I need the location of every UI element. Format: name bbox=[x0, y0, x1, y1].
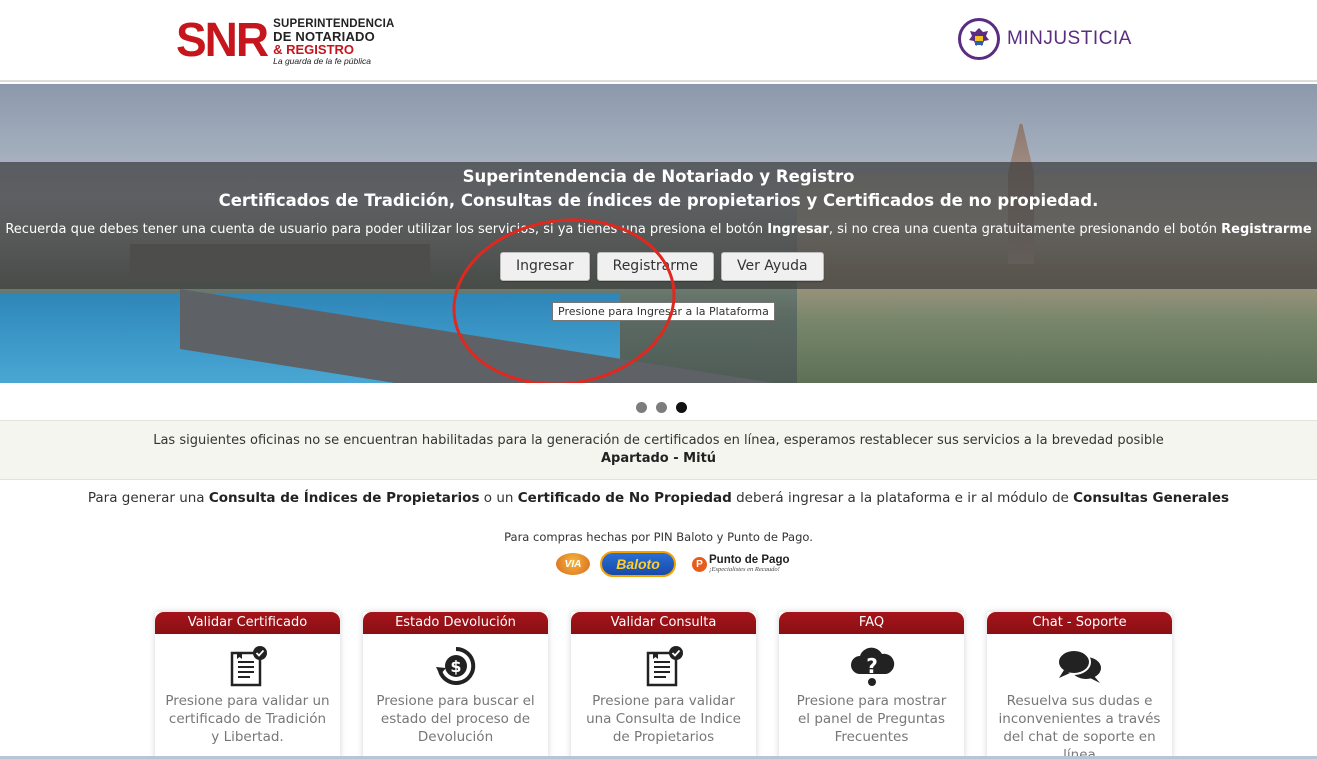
minjusticia-logo[interactable]: MINJUSTICIA bbox=[958, 18, 1132, 60]
snr-logo-letters: SNR bbox=[176, 11, 269, 67]
via-logo: VIA bbox=[556, 553, 590, 575]
hero-note-part-a: Recuerda que debes tener una cuenta de u… bbox=[5, 222, 768, 237]
puntopago-logo: P Punto de Pago ¡Especialistes en Recaud… bbox=[692, 554, 790, 574]
registrarme-button[interactable]: Registrarme bbox=[596, 252, 714, 281]
carousel-dot-1[interactable] bbox=[636, 402, 647, 413]
hero-note: Recuerda que debes tener una cuenta de u… bbox=[0, 222, 1317, 237]
puntopago-name: Punto de Pago bbox=[709, 554, 790, 566]
service-cards: Validar Certificado Presione para valida… bbox=[155, 612, 1172, 759]
puntopago-text: Punto de Pago ¡Especialistes en Recaudo! bbox=[709, 554, 790, 574]
minjusticia-text: MINJUSTICIA bbox=[1007, 28, 1132, 49]
offices-notice: Las siguientes oficinas no se encuentran… bbox=[0, 420, 1317, 480]
card-title: Validar Certificado bbox=[155, 612, 340, 634]
card-description: Presione para buscar el estado del proce… bbox=[376, 693, 535, 745]
carousel-dots bbox=[636, 402, 687, 413]
hero-note-registrarme: Registrarme bbox=[1221, 222, 1312, 237]
hero-buttons: Ingresar Registrarme Ver Ayuda bbox=[500, 252, 824, 281]
card-title: FAQ bbox=[779, 612, 964, 634]
puntopago-mark-icon: P bbox=[692, 556, 707, 572]
snr-logo-line3: & REGISTRO bbox=[273, 42, 355, 57]
card-faq[interactable]: FAQ ? Presione para mostrar el panel de … bbox=[779, 612, 964, 759]
snr-logo[interactable]: SNR SUPERINTENDENCIA DE NOTARIADO & REGI… bbox=[176, 11, 395, 70]
hero-subtitle: Certificados de Tradición, Consultas de … bbox=[218, 191, 1099, 210]
ver-ayuda-button[interactable]: Ver Ayuda bbox=[720, 252, 824, 281]
consultas-info: Para generar una Consulta de Índices de … bbox=[0, 490, 1317, 506]
info-no-propiedad: Certificado de No Propiedad bbox=[517, 490, 732, 506]
ingresar-tooltip: Presione para Ingresar a la Plataforma bbox=[552, 302, 775, 321]
info-part-e: deberá ingresar a la plataforma e ir al … bbox=[731, 490, 1074, 506]
hero-note-ingresar: Ingresar bbox=[767, 222, 829, 237]
hero-note-part-c: , si no crea una cuenta gratuitamente pr… bbox=[828, 222, 1222, 237]
card-title: Estado Devolución bbox=[363, 612, 548, 634]
carousel-dot-2[interactable] bbox=[656, 402, 667, 413]
certificate-icon bbox=[571, 634, 756, 692]
payments-text: Para compras hechas por PIN Baloto y Pun… bbox=[504, 530, 813, 544]
offices-notice-text: Las siguientes oficinas no se encuentran… bbox=[153, 433, 1164, 448]
offices-notice-list: Apartado - Mitú bbox=[600, 451, 717, 466]
snr-logo-tagline: La guarda de la fe pública bbox=[273, 56, 371, 66]
card-title: Validar Consulta bbox=[571, 612, 756, 634]
card-validar-consulta[interactable]: Validar Consulta Presione para validar u… bbox=[571, 612, 756, 759]
puntopago-tagline: ¡Especialistes en Recaudo! bbox=[709, 566, 780, 573]
ingresar-button[interactable]: Ingresar bbox=[500, 252, 590, 281]
snr-logo-text: SUPERINTENDENCIA DE NOTARIADO & REGISTRO… bbox=[273, 18, 394, 67]
payment-logos: VIA Baloto P Punto de Pago ¡Especialiste… bbox=[556, 551, 790, 577]
card-estado-devolucion[interactable]: Estado Devolución $ Presione para buscar… bbox=[363, 612, 548, 759]
info-part-a: Para generar una bbox=[87, 490, 209, 506]
card-chat-soporte[interactable]: Chat - Soporte Resuelva sus dudas e inco… bbox=[987, 612, 1172, 759]
card-validar-certificado[interactable]: Validar Certificado Presione para valida… bbox=[155, 612, 340, 759]
info-consultas-generales: Consultas Generales bbox=[1073, 490, 1230, 506]
refund-icon: $ bbox=[363, 634, 548, 692]
colombia-seal-icon bbox=[958, 18, 1000, 60]
cloud-question-icon: ? bbox=[779, 634, 964, 692]
card-description: Presione para validar una Consulta de In… bbox=[586, 693, 741, 745]
header: SNR SUPERINTENDENCIA DE NOTARIADO & REGI… bbox=[0, 0, 1317, 82]
svg-text:?: ? bbox=[866, 654, 878, 678]
certificate-icon bbox=[155, 634, 340, 692]
hero-title: Superintendencia de Notariado y Registro bbox=[462, 167, 855, 186]
card-description: Resuelva sus dudas e inconvenientes a tr… bbox=[998, 693, 1161, 759]
hero-banner: Superintendencia de Notariado y Registro… bbox=[0, 84, 1317, 383]
chat-icon bbox=[987, 634, 1172, 692]
info-part-c: o un bbox=[479, 490, 518, 506]
carousel-dot-3[interactable] bbox=[676, 402, 687, 413]
info-indices: Consulta de Índices de Propietarios bbox=[208, 490, 480, 506]
card-title: Chat - Soporte bbox=[987, 612, 1172, 634]
card-description: Presione para mostrar el panel de Pregun… bbox=[796, 693, 947, 745]
svg-text:$: $ bbox=[450, 657, 461, 676]
baloto-logo: Baloto bbox=[600, 551, 676, 577]
card-description: Presione para validar un certificado de … bbox=[165, 693, 330, 745]
